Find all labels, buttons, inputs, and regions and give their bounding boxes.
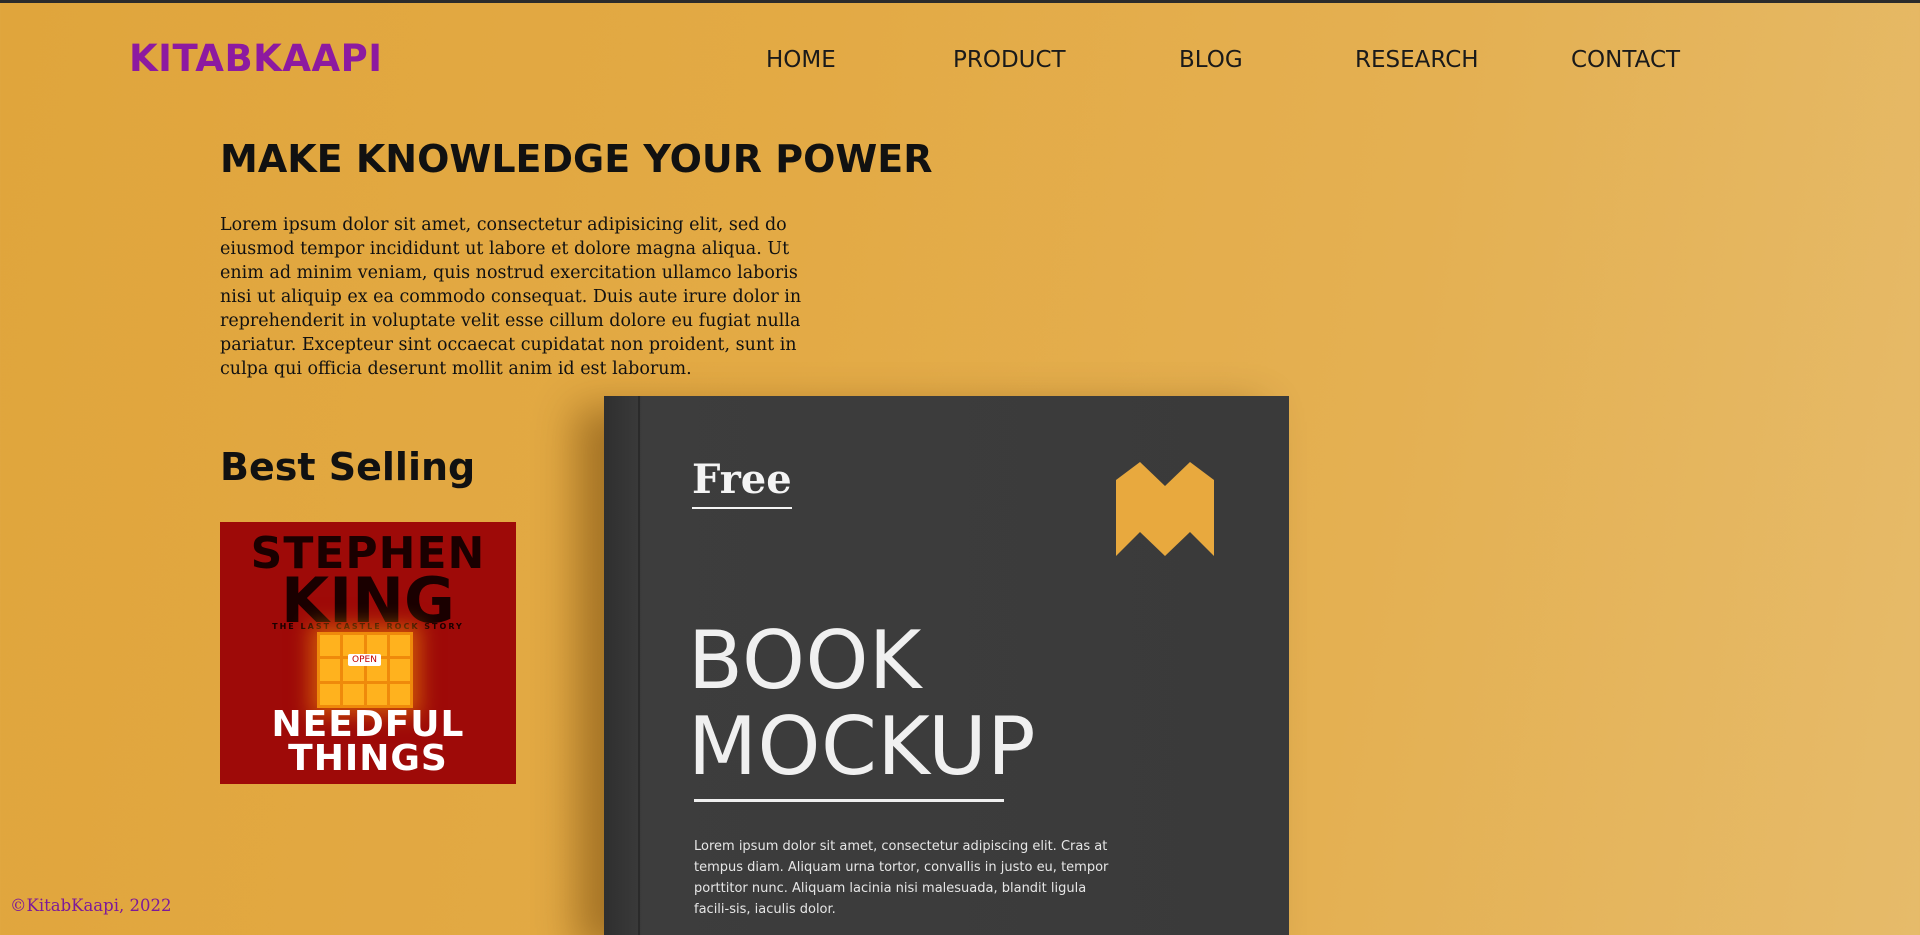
cover-tagline: THE LAST CASTLE ROCK STORY [272, 622, 464, 631]
hero-intro-text: Lorem ipsum dolor sit amet, consectetur … [220, 215, 802, 379]
cover-title-line2: THINGS [288, 738, 448, 779]
mockup-body-text: Lorem ipsum dolor sit amet, consectetur … [694, 839, 1109, 917]
cover-open-sign: OPEN [348, 654, 381, 666]
mockup-divider [694, 799, 1004, 802]
cover-title-line1: NEEDFUL [271, 704, 465, 745]
m-logo-icon [1116, 462, 1214, 556]
mockup-title-line2: MOCKUP [688, 700, 1036, 793]
hero-headline: MAKE KNOWLEDGE YOUR POWER [220, 137, 933, 181]
best-selling-heading: Best Selling [220, 445, 476, 489]
cover-title: NEEDFUL THINGS [220, 704, 516, 779]
nav-contact[interactable]: CONTACT [1571, 47, 1680, 73]
site-logo[interactable]: KITABKAAPI [129, 37, 382, 80]
cover-window-illustration [317, 632, 413, 708]
mockup-spine [638, 396, 640, 935]
mockup-title-line1: BOOK [688, 614, 922, 707]
nav-research[interactable]: RESEARCH [1355, 47, 1479, 73]
mockup-free-badge: Free [692, 456, 792, 509]
best-selling-book-cover[interactable]: STEPHEN KING THE LAST CASTLE ROCK STORY … [220, 522, 516, 784]
mockup-title: BOOK MOCKUP [688, 618, 1036, 790]
book-mockup-image: Free BOOK MOCKUP Lorem ipsum dolor sit a… [604, 396, 1289, 935]
nav-home[interactable]: HOME [766, 47, 836, 73]
nav-blog[interactable]: BLOG [1179, 47, 1243, 73]
footer-copyright: ©KitabKaapi, 2022 [10, 896, 172, 915]
nav-product[interactable]: PRODUCT [953, 47, 1066, 73]
